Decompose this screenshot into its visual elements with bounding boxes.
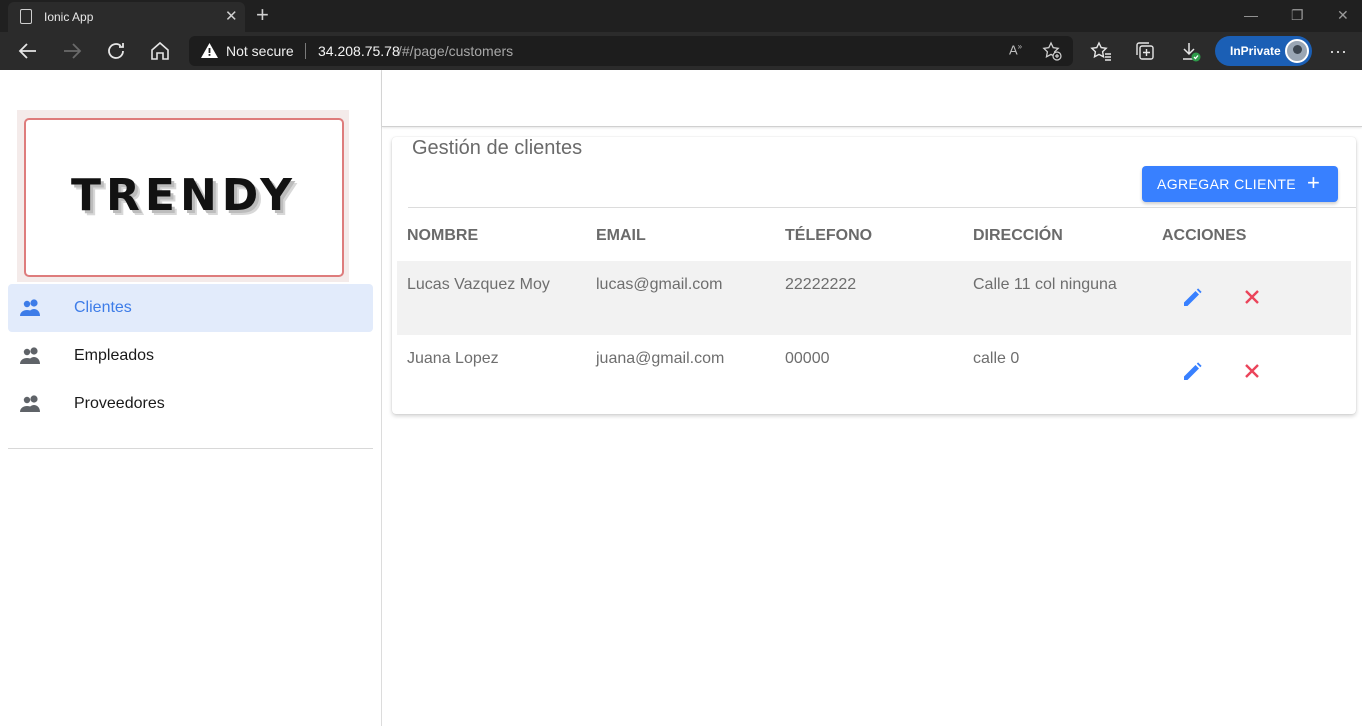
column-header-email: EMAIL [596, 227, 646, 244]
edit-icon[interactable] [1181, 361, 1203, 383]
forward-icon[interactable] [60, 39, 84, 63]
security-label[interactable]: Not secure [226, 43, 294, 59]
cell-telefono: 22222222 [785, 276, 857, 293]
tab-title: Ionic App [44, 10, 94, 24]
main-content: Gestión de clientes AGREGAR CLIENTE + NO… [382, 70, 1362, 726]
restore-icon[interactable]: ❐ [1291, 6, 1304, 24]
inprivate-badge[interactable]: InPrivate [1215, 36, 1312, 66]
address-separator [305, 43, 306, 59]
minimize-icon[interactable]: — [1244, 6, 1258, 24]
sidebar-item-label: Empleados [74, 347, 155, 364]
column-header-nombre: NOMBRE [407, 227, 479, 244]
cell-nombre: Lucas Vazquez Moy [407, 276, 550, 293]
column-header-acciones: ACCIONES [1162, 227, 1247, 244]
home-icon[interactable] [148, 39, 172, 63]
refresh-icon[interactable] [104, 39, 128, 63]
sidebar-item-label: Clientes [74, 299, 132, 316]
cell-direccion: calle 0 [973, 350, 1020, 367]
add-customer-label: AGREGAR CLIENTE [1157, 176, 1297, 192]
url-path[interactable]: /#/page/customers [398, 43, 513, 59]
new-tab-icon[interactable]: + [256, 3, 269, 27]
sidebar-item-empleados[interactable]: Empleados [8, 332, 373, 380]
edit-icon[interactable] [1181, 287, 1203, 309]
page-title: Gestión de clientes [412, 137, 583, 159]
logo-text: TRENDY [71, 170, 297, 221]
read-aloud-icon[interactable]: A» [1009, 42, 1022, 57]
sidebar-item-label: Proveedores [74, 395, 165, 412]
menu-divider [8, 448, 373, 449]
browser-toolbar: Not secure 34.208.75.78 /#/page/customer… [0, 32, 1362, 70]
more-options-icon[interactable]: ··· [1326, 39, 1350, 63]
delete-icon[interactable] [1244, 363, 1260, 379]
plus-icon: + [1307, 170, 1321, 195]
delete-icon[interactable] [1244, 289, 1260, 305]
cell-telefono: 00000 [785, 350, 830, 367]
browser-tab[interactable]: Ionic App ✕ [8, 2, 245, 32]
logo: TRENDY [24, 118, 344, 277]
sidebar-item-clientes[interactable]: Clientes [8, 284, 373, 332]
people-icon [19, 394, 43, 414]
downloads-icon[interactable] [1178, 39, 1202, 63]
close-tab-icon[interactable]: ✕ [225, 8, 238, 26]
avatar [1285, 39, 1309, 63]
column-header-direccion: DIRECCIÓN [973, 227, 1063, 244]
warning-icon[interactable] [201, 43, 218, 63]
cell-email: juana@gmail.com [596, 350, 725, 367]
browser-tab-strip: Ionic App ✕ + — ❐ ✕ [0, 0, 1362, 32]
inprivate-label: InPrivate [1230, 44, 1281, 58]
add-customer-button[interactable]: AGREGAR CLIENTE + [1142, 166, 1338, 202]
cell-direccion: Calle 11 col ninguna [973, 276, 1117, 293]
address-bar[interactable]: Not secure 34.208.75.78 /#/page/customer… [189, 36, 1073, 66]
column-header-telefono: TÉLEFONO [785, 227, 873, 244]
logo-container: TRENDY [17, 110, 349, 282]
people-icon [19, 298, 43, 318]
people-icon [19, 346, 43, 366]
back-icon[interactable] [16, 39, 40, 63]
cell-nombre: Juana Lopez [407, 350, 499, 367]
window-close-icon[interactable]: ✕ [1337, 6, 1349, 24]
table-row: Lucas Vazquez Moy lucas@gmail.com 222222… [397, 261, 1351, 335]
collections-icon[interactable] [1133, 39, 1157, 63]
favorites-icon[interactable] [1089, 39, 1113, 63]
add-favorite-icon[interactable] [1042, 41, 1062, 66]
card-divider [408, 207, 1356, 208]
cell-email: lucas@gmail.com [596, 276, 723, 293]
url-host[interactable]: 34.208.75.78 [318, 43, 400, 59]
side-menu: TRENDY Clientes Empleados Proveedores [0, 70, 382, 726]
page-icon [20, 9, 32, 24]
table-row: Juana Lopez juana@gmail.com 00000 calle … [397, 335, 1351, 409]
top-toolbar [382, 70, 1362, 127]
sidebar-item-proveedores[interactable]: Proveedores [8, 380, 373, 428]
customers-card: Gestión de clientes AGREGAR CLIENTE + NO… [392, 137, 1356, 414]
